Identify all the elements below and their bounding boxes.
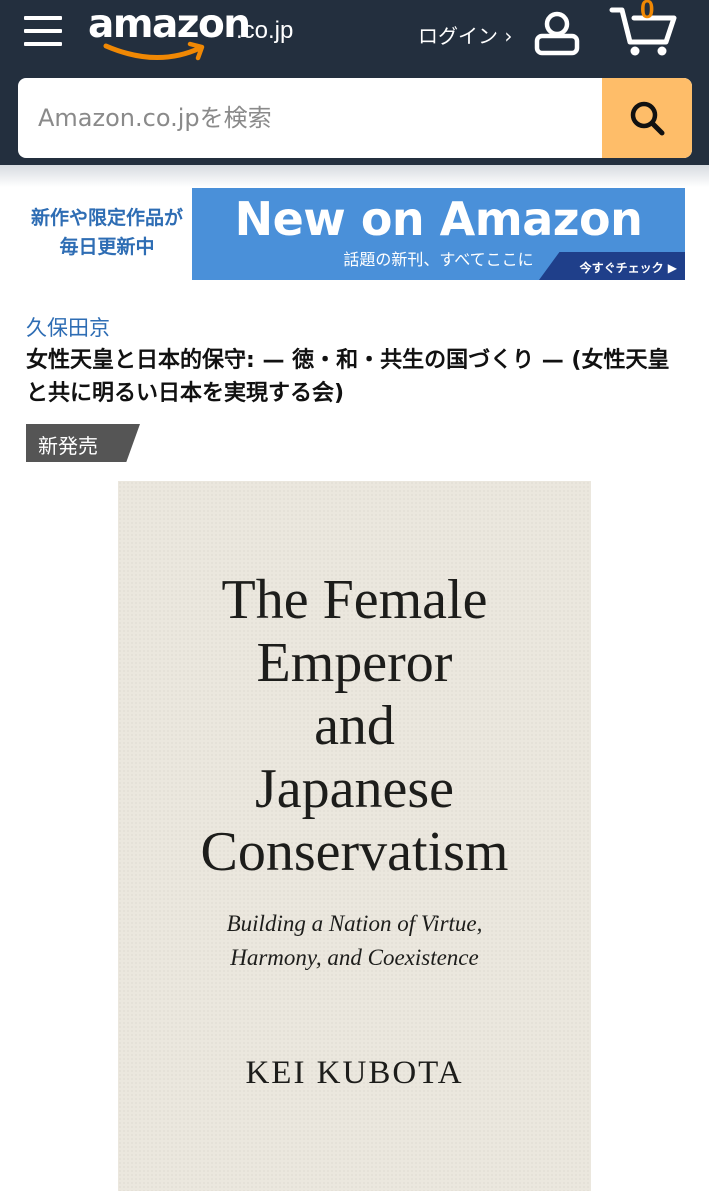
login-link[interactable]: ログイン ›	[418, 20, 512, 49]
cover-title-line: The Female	[221, 569, 488, 631]
top-header: amazon .co.jp ログイン › 0	[0, 0, 709, 165]
banner-side-line1: 新作や限定作品が	[30, 207, 183, 229]
cover-title-line: Conservatism	[200, 821, 509, 883]
logo-smile-icon	[103, 41, 205, 61]
cart-button[interactable]: 0	[608, 0, 680, 60]
search-icon	[630, 101, 665, 136]
cover-title-line: Emperor	[256, 632, 453, 694]
product-title: 女性天皇と日本的保守: — 徳・和・共生の国づくり — (女性天皇と共に明るい日…	[26, 348, 670, 406]
user-icon[interactable]	[532, 10, 582, 56]
banner-title: New on Amazon	[234, 192, 643, 246]
cover-subtitle-line: Harmony, and Coexistence	[230, 945, 479, 970]
hamburger-menu-icon[interactable]	[24, 14, 64, 48]
cover-author: KEI KUBOTA	[245, 1055, 464, 1091]
new-on-amazon-banner[interactable]: New on Amazon 話題の新刊、すべてここに 今すぐチェック ▶	[192, 188, 685, 280]
cover-title-line: and	[314, 695, 395, 757]
cart-count: 0	[640, 0, 655, 24]
search-bar	[18, 78, 692, 158]
banner-side-line2: 毎日更新中	[59, 236, 155, 258]
badge-label: 新発売	[38, 434, 98, 458]
logo-tld: .co.jp	[236, 17, 294, 44]
amazon-logo[interactable]: amazon .co.jp	[88, 2, 318, 62]
cover-subtitle-line: Building a Nation of Virtue,	[226, 911, 483, 936]
book-cover-image[interactable]: The Female Emperor and Japanese Conserva…	[118, 481, 591, 1191]
search-input[interactable]	[18, 78, 602, 158]
banner-side-text[interactable]: 新作や限定作品が 毎日更新中	[22, 204, 192, 262]
header-shadow	[0, 165, 709, 187]
cover-title: The Female Emperor and Japanese Conserva…	[118, 569, 591, 884]
cover-title-line: Japanese	[254, 758, 454, 820]
banner-cta[interactable]: 今すぐチェック ▶	[580, 259, 677, 276]
author-link[interactable]: 久保田京	[26, 312, 110, 342]
cover-subtitle: Building a Nation of Virtue, Harmony, an…	[118, 907, 591, 975]
search-button[interactable]	[602, 78, 692, 158]
new-release-badge: 新発売	[26, 424, 140, 462]
